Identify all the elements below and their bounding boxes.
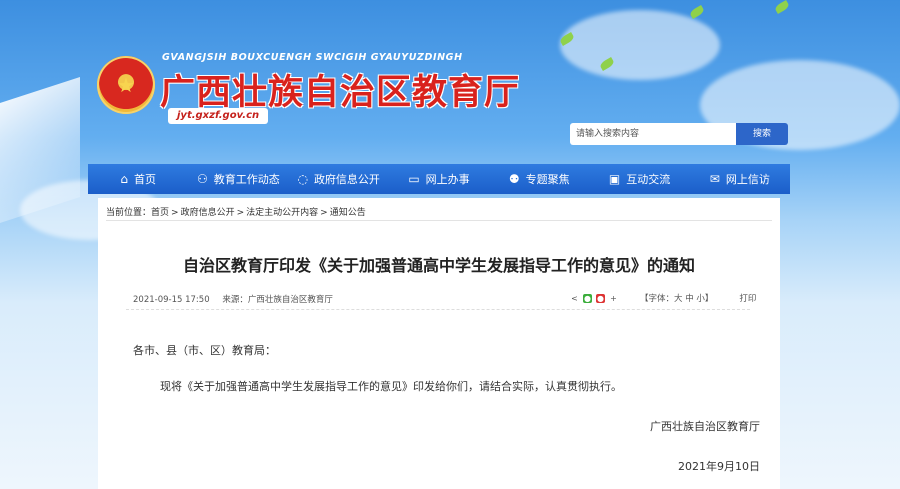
- article-body: 现将《关于加强普通高中学生发展指导工作的意见》印发给你们，请结合实际，认真贯彻执…: [160, 380, 622, 393]
- chat-icon: ◌: [297, 172, 308, 186]
- nav-item-label: 政府信息公开: [313, 173, 380, 186]
- meta-divider: [126, 309, 750, 310]
- wechat-icon[interactable]: ●: [583, 293, 592, 303]
- breadcrumb: 当前位置：首页 > 政府信息公开 > 法定主动公开内容 > 通知公告: [106, 205, 366, 218]
- cloud-decoration: [560, 10, 720, 80]
- monitor-icon: ▭: [408, 172, 420, 186]
- plus-icon[interactable]: +: [609, 294, 618, 303]
- leaf-decoration: [773, 0, 791, 14]
- home-icon: ⌂: [120, 172, 128, 186]
- national-emblem-icon: ★: [97, 56, 155, 114]
- article-tools: < ● ● + 【字体：大 中 小】 打印: [570, 292, 756, 304]
- breadcrumb-separator: >: [320, 208, 328, 218]
- site-domain: jyt.gxzf.gov.cn: [168, 108, 269, 124]
- search-button[interactable]: 搜索: [736, 123, 788, 145]
- article-signer: 广西壮族自治区教育厅: [650, 420, 760, 433]
- breadcrumb-divider: [106, 220, 772, 221]
- article-greeting: 各市、县（市、区）教育局：: [133, 344, 276, 357]
- people-icon: ⚉: [508, 172, 520, 186]
- print-button[interactable]: 打印: [739, 292, 756, 304]
- nav-item-online-services[interactable]: ▭ 网上办事: [389, 164, 489, 194]
- nav-item-gov-info[interactable]: ◌ 政府信息公开: [289, 164, 389, 194]
- article-meta: 2021-09-15 17:50 来源：广西壮族自治区教育厅: [133, 293, 343, 305]
- search-input[interactable]: [570, 123, 736, 145]
- main-nav: ⌂ 首页 ⚇ 教育工作动态 ◌ 政府信息公开 ▭ 网上办事 ⚉ 专题聚焦 ▣ 互…: [88, 164, 790, 194]
- article-source: 来源：广西壮族自治区教育厅: [222, 295, 333, 305]
- nav-item-topics[interactable]: ⚉ 专题聚焦: [489, 164, 589, 194]
- nav-item-label: 专题聚焦: [525, 173, 570, 186]
- breadcrumb-link[interactable]: 政府信息公开: [181, 208, 235, 218]
- breadcrumb-link[interactable]: 首页: [151, 208, 169, 218]
- breadcrumb-separator: >: [171, 208, 179, 218]
- breadcrumb-link[interactable]: 通知公告: [330, 208, 366, 218]
- nav-item-label: 网上信访: [725, 173, 770, 186]
- envelope-icon: ✉: [709, 172, 720, 186]
- nav-item-label: 首页: [133, 173, 156, 186]
- nav-item-label: 互动交流: [626, 173, 671, 186]
- breadcrumb-prefix: 当前位置：: [106, 208, 152, 218]
- nav-item-petition[interactable]: ✉ 网上信访: [690, 164, 790, 194]
- breadcrumb-link[interactable]: 法定主动公开内容: [246, 208, 318, 218]
- projector-icon: ▣: [608, 172, 621, 186]
- nav-item-label: 网上办事: [425, 173, 470, 186]
- nav-item-interaction[interactable]: ▣ 互动交流: [589, 164, 689, 194]
- leaf-decoration: [688, 5, 706, 19]
- share-icon[interactable]: <: [570, 294, 579, 303]
- nav-item-label: 教育工作动态: [213, 173, 280, 186]
- font-size-control[interactable]: 【字体：大 中 小】: [640, 292, 713, 304]
- site-title-pinyin: GVANGJSIH BOUXCUENGH SWCIGIH GYAUYUZDING…: [162, 52, 463, 63]
- sitemap-icon: ⚇: [197, 172, 208, 186]
- breadcrumb-separator: >: [236, 208, 245, 218]
- search-box: 搜索: [570, 123, 788, 145]
- nav-item-home[interactable]: ⌂ 首页: [88, 164, 188, 194]
- article-panel: 当前位置：首页 > 政府信息公开 > 法定主动公开内容 > 通知公告 自治区教育厅印发《关于…: [98, 198, 780, 489]
- article-title: 自治区教育厅印发《关于加强普通高中学生发展指导工作的意见》的通知: [182, 256, 695, 275]
- weibo-icon[interactable]: ●: [596, 293, 605, 303]
- article-sign-date: 2021年9月10日: [678, 460, 760, 473]
- article-datetime: 2021-09-15 17:50: [133, 295, 210, 305]
- nav-item-education-news[interactable]: ⚇ 教育工作动态: [188, 164, 288, 194]
